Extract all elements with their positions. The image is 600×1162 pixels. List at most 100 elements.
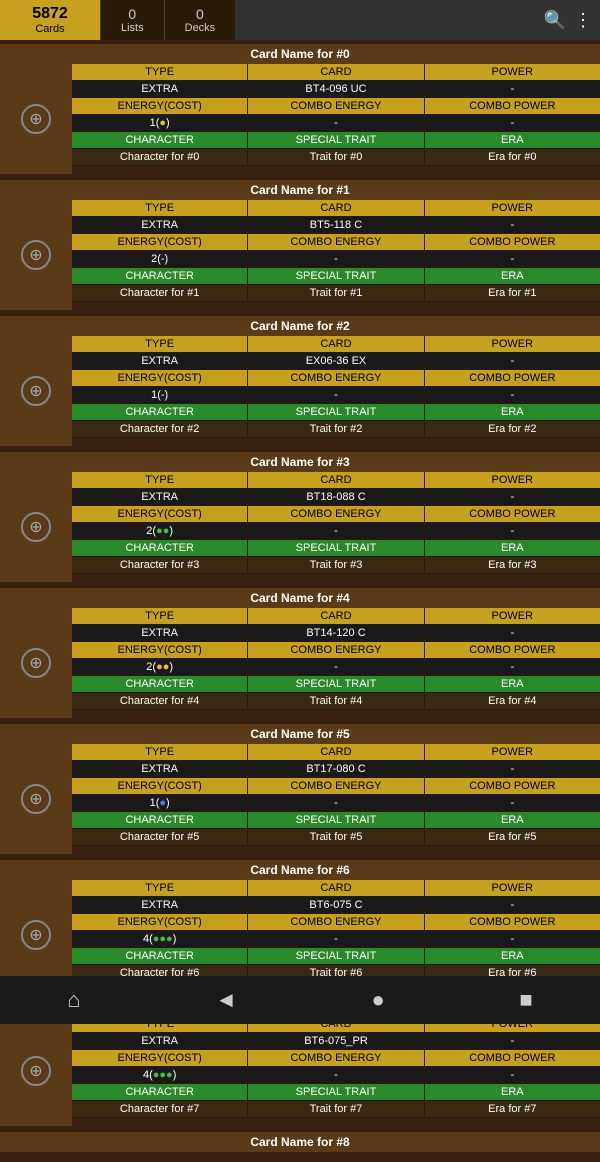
- card-data-0: TYPE CARD POWER EXTRA BT4-096 UC - ENERG…: [72, 64, 600, 166]
- extra-label-2: EXTRA: [72, 353, 248, 369]
- combo-energy-label-4: COMBO ENERGY: [248, 642, 424, 658]
- combo-energy-label-1: COMBO ENERGY: [248, 234, 424, 250]
- home-circle-button[interactable]: ●: [372, 987, 385, 1013]
- power-label-2: POWER: [425, 336, 600, 352]
- card-type-row-5: TYPE CARD POWER: [72, 744, 600, 761]
- card-extra-row-6: EXTRA BT6-075 C -: [72, 897, 600, 914]
- trait-value-3: Trait for #3: [248, 557, 424, 573]
- power-value-4: -: [425, 625, 600, 641]
- extra-label-1: EXTRA: [72, 217, 248, 233]
- trait-value-0: Trait for #0: [248, 149, 424, 165]
- extra-value-5: BT17-080 C: [248, 761, 424, 777]
- power-value-2: -: [425, 353, 600, 369]
- extra-value-3: BT18-088 C: [248, 489, 424, 505]
- home-button[interactable]: ⌂: [67, 987, 80, 1013]
- trait-label-1: SPECIAL TRAIT: [248, 268, 424, 284]
- card-row-wrapper-7: ⊕ TYPE CARD POWER EXTRA BT6-075_PR - ENE…: [0, 1016, 600, 1126]
- add-card-button-5[interactable]: ⊕: [21, 784, 51, 814]
- era-value-4: Era for #4: [425, 693, 600, 709]
- extra-label-0: EXTRA: [72, 81, 248, 97]
- extra-value-6: BT6-075 C: [248, 897, 424, 913]
- card-character-value-row-3: Character for #3 Trait for #3 Era for #3: [72, 557, 600, 574]
- card-character-value-row-7: Character for #7 Trait for #7 Era for #7: [72, 1101, 600, 1118]
- era-label-0: ERA: [425, 132, 600, 148]
- power-value-5: -: [425, 761, 600, 777]
- add-card-button-7[interactable]: ⊕: [21, 1056, 51, 1086]
- card-row-wrapper-4: ⊕ TYPE CARD POWER EXTRA BT14-120 C - ENE…: [0, 608, 600, 718]
- character-label-4: CHARACTER: [72, 676, 248, 692]
- energy-value-4: 2(●●): [72, 659, 248, 675]
- card-data-2: TYPE CARD POWER EXTRA EX06-36 EX - ENERG…: [72, 336, 600, 438]
- energy-value-6: 4(●●●): [72, 931, 248, 947]
- lists-count: 0: [128, 6, 136, 22]
- card-row-wrapper-6: ⊕ TYPE CARD POWER EXTRA BT6-075 C - ENER…: [0, 880, 600, 990]
- energy-value-0: 1(●): [72, 115, 248, 131]
- combo-power-value-6: -: [425, 931, 600, 947]
- decks-tab[interactable]: 0 Decks: [164, 0, 236, 40]
- combo-power-label-5: COMBO POWER: [425, 778, 600, 794]
- combo-power-value-1: -: [425, 251, 600, 267]
- card-energy-value-row-0: 1(●) - -: [72, 115, 600, 132]
- add-card-button-4[interactable]: ⊕: [21, 648, 51, 678]
- cards-count: 5872: [32, 5, 68, 23]
- bottom-nav: ⌂ ◄ ● ■: [0, 976, 600, 1024]
- card-block: Card Name for #0 ⊕ TYPE CARD POWER EXTRA…: [0, 44, 600, 174]
- era-label-4: ERA: [425, 676, 600, 692]
- type-label-0: TYPE: [72, 64, 248, 80]
- combo-power-value-4: -: [425, 659, 600, 675]
- add-card-button-1[interactable]: ⊕: [21, 240, 51, 270]
- add-card-button-6[interactable]: ⊕: [21, 920, 51, 950]
- search-icon[interactable]: 🔍: [544, 10, 566, 31]
- recents-button[interactable]: ■: [519, 987, 532, 1013]
- lists-tab[interactable]: 0 Lists: [100, 0, 164, 40]
- era-value-5: Era for #5: [425, 829, 600, 845]
- card-block: Card Name for #3 ⊕ TYPE CARD POWER EXTRA…: [0, 452, 600, 582]
- combo-power-label-1: COMBO POWER: [425, 234, 600, 250]
- card-character-header-row-1: CHARACTER SPECIAL TRAIT ERA: [72, 268, 600, 285]
- back-button[interactable]: ◄: [215, 987, 237, 1013]
- card-energy-value-row-5: 1(●) - -: [72, 795, 600, 812]
- type-label-6: TYPE: [72, 880, 248, 896]
- character-value-7: Character for #7: [72, 1101, 248, 1117]
- era-value-1: Era for #1: [425, 285, 600, 301]
- top-bar-spacer: [235, 0, 535, 40]
- card-circle-area-6: ⊕: [0, 880, 72, 990]
- card-extra-row-4: EXTRA BT14-120 C -: [72, 625, 600, 642]
- card-character-header-row-6: CHARACTER SPECIAL TRAIT ERA: [72, 948, 600, 965]
- add-card-button-0[interactable]: ⊕: [21, 104, 51, 134]
- extra-label-7: EXTRA: [72, 1033, 248, 1049]
- menu-icon[interactable]: ⋮: [574, 10, 592, 31]
- card-energy-header-row-4: ENERGY(COST) COMBO ENERGY COMBO POWER: [72, 642, 600, 659]
- card-character-header-row-4: CHARACTER SPECIAL TRAIT ERA: [72, 676, 600, 693]
- add-card-button-3[interactable]: ⊕: [21, 512, 51, 542]
- card-block: Card Name for #8: [0, 1132, 600, 1152]
- card-energy-value-row-7: 4(●●●) - -: [72, 1067, 600, 1084]
- type-value-5: CARD: [248, 744, 424, 760]
- energy-value-7: 4(●●●): [72, 1067, 248, 1083]
- card-energy-value-row-2: 1(-) - -: [72, 387, 600, 404]
- extra-value-7: BT6-075_PR: [248, 1033, 424, 1049]
- extra-label-4: EXTRA: [72, 625, 248, 641]
- card-type-row-0: TYPE CARD POWER: [72, 64, 600, 81]
- card-extra-row-1: EXTRA BT5-118 C -: [72, 217, 600, 234]
- era-label-3: ERA: [425, 540, 600, 556]
- era-label-2: ERA: [425, 404, 600, 420]
- top-bar: 5872 Cards 0 Lists 0 Decks 🔍 ⋮: [0, 0, 600, 40]
- character-value-2: Character for #2: [72, 421, 248, 437]
- card-block: Card Name for #6 ⊕ TYPE CARD POWER EXTRA…: [0, 860, 600, 990]
- card-energy-header-row-6: ENERGY(COST) COMBO ENERGY COMBO POWER: [72, 914, 600, 931]
- extra-value-0: BT4-096 UC: [248, 81, 424, 97]
- energy-label-6: ENERGY(COST): [72, 914, 248, 930]
- combo-energy-label-6: COMBO ENERGY: [248, 914, 424, 930]
- energy-label-0: ENERGY(COST): [72, 98, 248, 114]
- top-bar-actions: 🔍 ⋮: [536, 0, 600, 40]
- combo-energy-value-6: -: [248, 931, 424, 947]
- card-energy-header-row-1: ENERGY(COST) COMBO ENERGY COMBO POWER: [72, 234, 600, 251]
- card-name-row-4: Card Name for #4: [0, 588, 600, 608]
- character-value-0: Character for #0: [72, 149, 248, 165]
- character-label-2: CHARACTER: [72, 404, 248, 420]
- add-card-button-2[interactable]: ⊕: [21, 376, 51, 406]
- card-circle-area-4: ⊕: [0, 608, 72, 718]
- card-circle-area-2: ⊕: [0, 336, 72, 446]
- power-label-5: POWER: [425, 744, 600, 760]
